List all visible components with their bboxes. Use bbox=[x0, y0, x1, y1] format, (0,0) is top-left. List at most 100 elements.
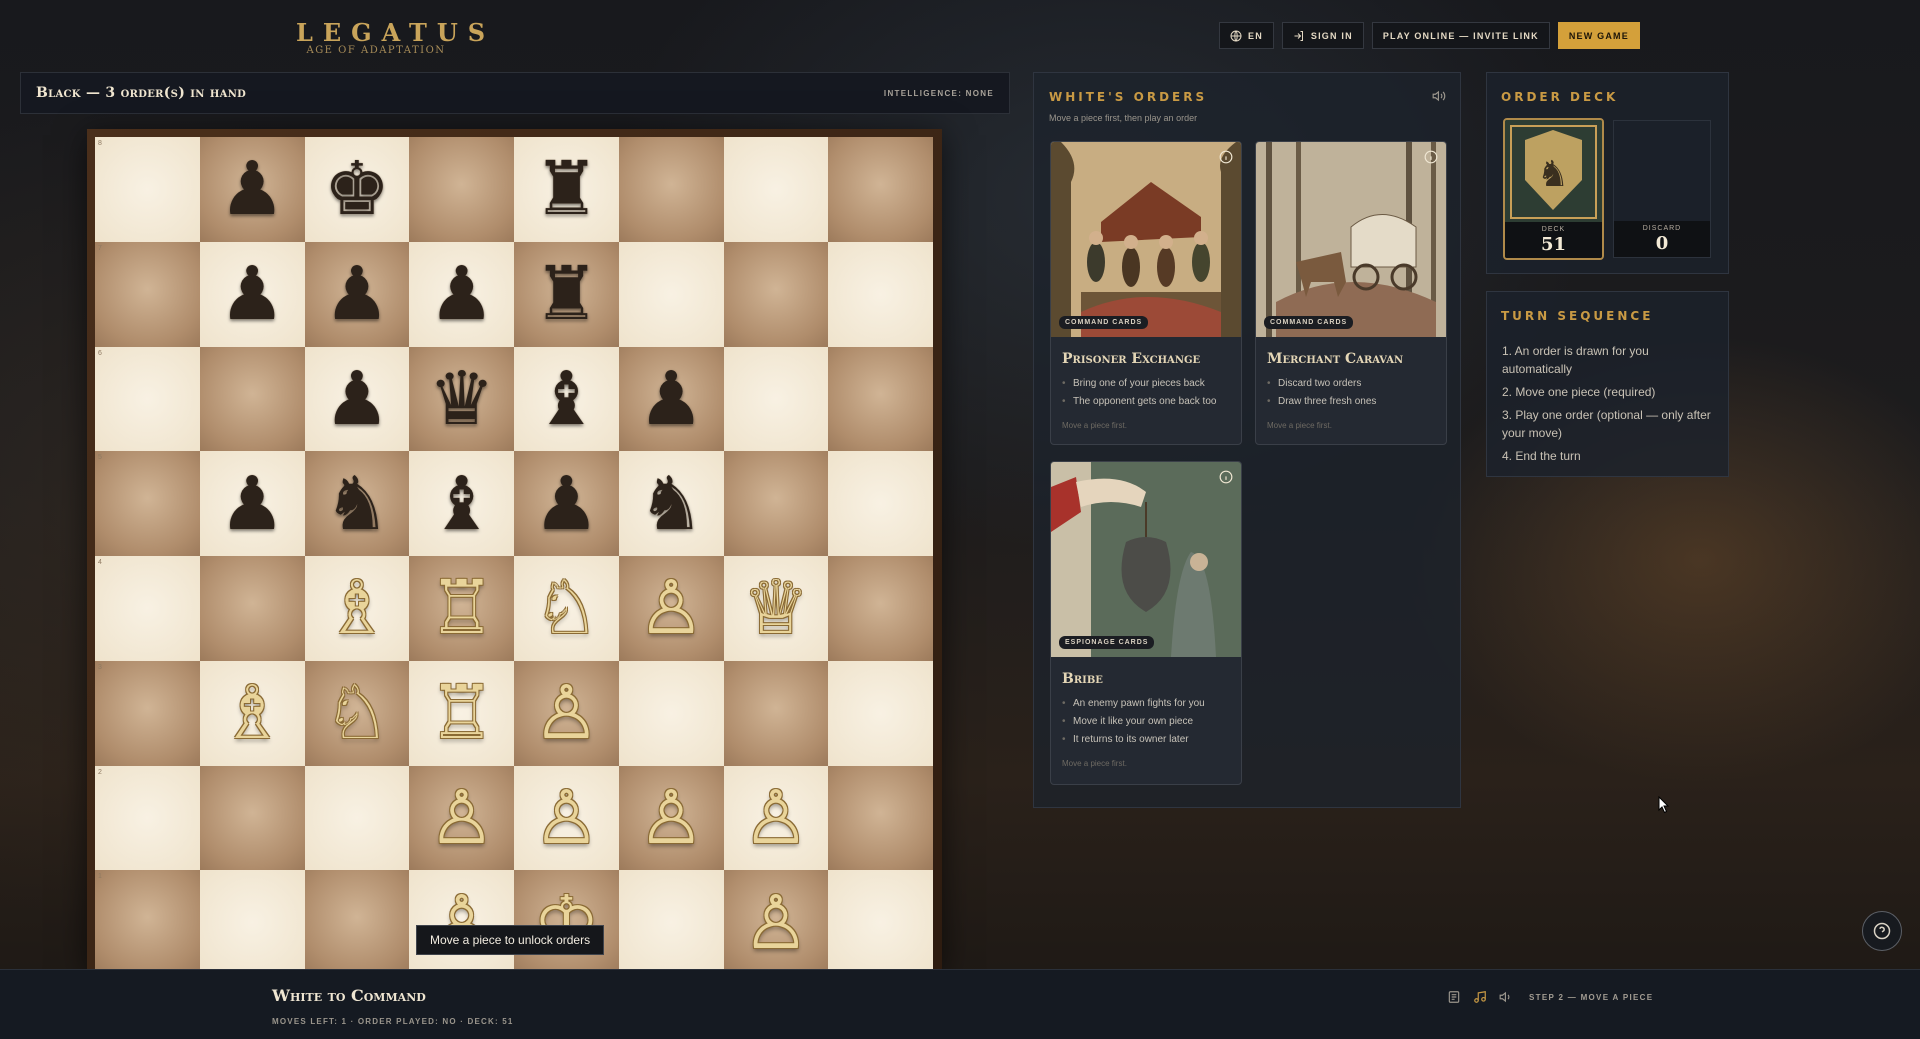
board-square[interactable] bbox=[723, 346, 829, 452]
black-piece[interactable]: ♞ bbox=[324, 467, 390, 541]
board-square[interactable] bbox=[618, 241, 724, 347]
black-piece[interactable]: ♜ bbox=[533, 152, 599, 226]
log-icon[interactable] bbox=[1447, 990, 1461, 1004]
board-square[interactable]: 4 bbox=[95, 556, 200, 661]
black-piece[interactable]: ♟ bbox=[428, 257, 494, 331]
black-piece[interactable]: ♟ bbox=[533, 467, 599, 541]
info-icon[interactable] bbox=[1219, 150, 1233, 164]
speaker-icon[interactable] bbox=[1432, 89, 1446, 103]
board-square[interactable] bbox=[199, 346, 305, 452]
board-square[interactable]: 1 bbox=[95, 870, 200, 975]
board-square[interactable]: ♛ bbox=[409, 346, 514, 452]
board-square[interactable] bbox=[618, 137, 724, 242]
black-piece[interactable]: ♛ bbox=[428, 362, 494, 436]
info-icon[interactable] bbox=[1219, 470, 1233, 484]
deck-pile[interactable]: ♞ DECK 51 bbox=[1503, 118, 1604, 260]
board-square[interactable]: ♘ bbox=[304, 660, 410, 766]
info-icon[interactable] bbox=[1424, 150, 1438, 164]
music-icon[interactable] bbox=[1473, 990, 1487, 1004]
sign-in-button[interactable]: SIGN IN bbox=[1281, 22, 1364, 49]
board-square[interactable] bbox=[828, 346, 933, 452]
order-card-prisoner-exchange[interactable]: COMMAND CARDS Prisoner Exchange Bring on… bbox=[1050, 141, 1242, 445]
board-square[interactable]: ♞ bbox=[618, 451, 724, 556]
board-square[interactable]: ♘ bbox=[514, 556, 619, 661]
board-square[interactable]: ♟ bbox=[304, 241, 410, 347]
board-square[interactable] bbox=[723, 241, 829, 347]
board-square[interactable]: ♞ bbox=[304, 451, 410, 556]
white-piece[interactable]: ♖ bbox=[428, 676, 494, 750]
white-piece[interactable]: ♙ bbox=[428, 781, 494, 855]
board-square[interactable] bbox=[409, 137, 514, 242]
board-square[interactable]: ♔ bbox=[514, 870, 619, 975]
white-piece[interactable]: ♙ bbox=[638, 571, 704, 645]
black-piece[interactable]: ♟ bbox=[324, 362, 390, 436]
black-piece[interactable]: ♟ bbox=[219, 467, 285, 541]
white-piece[interactable]: ♗ bbox=[324, 571, 390, 645]
black-piece[interactable]: ♟ bbox=[324, 257, 390, 331]
white-piece[interactable]: ♙ bbox=[743, 781, 809, 855]
board-square[interactable] bbox=[723, 660, 829, 766]
white-piece[interactable]: ♖ bbox=[428, 571, 494, 645]
order-card-merchant-caravan[interactable]: COMMAND CARDS Merchant Caravan Discard t… bbox=[1255, 141, 1447, 445]
white-piece[interactable]: ♙ bbox=[638, 781, 704, 855]
black-piece[interactable]: ♚ bbox=[324, 152, 390, 226]
white-piece[interactable]: ♙ bbox=[533, 676, 599, 750]
board-square[interactable]: ♙ bbox=[514, 765, 619, 871]
board-square[interactable]: ♙ bbox=[409, 765, 514, 871]
language-button[interactable]: EN bbox=[1219, 22, 1274, 49]
board-square[interactable]: ♙ bbox=[618, 765, 724, 871]
board-square[interactable]: ♝ bbox=[409, 451, 514, 556]
black-piece[interactable]: ♝ bbox=[428, 467, 494, 541]
board-square[interactable] bbox=[618, 660, 724, 766]
board-square[interactable]: ♟ bbox=[304, 346, 410, 452]
board-square[interactable]: 5 bbox=[95, 451, 200, 556]
board-square[interactable]: ♟ bbox=[618, 346, 724, 452]
black-piece[interactable]: ♟ bbox=[219, 257, 285, 331]
board-square[interactable]: ♙ bbox=[723, 765, 829, 871]
board-square[interactable] bbox=[199, 556, 305, 661]
black-piece[interactable]: ♟ bbox=[638, 362, 704, 436]
black-piece[interactable]: ♜ bbox=[533, 257, 599, 331]
board-square[interactable]: ♜ bbox=[514, 241, 619, 347]
white-piece[interactable]: ♗ bbox=[219, 676, 285, 750]
board-square[interactable]: ♝ bbox=[514, 346, 619, 452]
board-square[interactable]: ♟ bbox=[199, 241, 305, 347]
board-square[interactable] bbox=[828, 137, 933, 242]
board-square[interactable] bbox=[828, 556, 933, 661]
black-piece[interactable]: ♞ bbox=[638, 467, 704, 541]
discard-pile[interactable]: DISCARD 0 bbox=[1613, 120, 1711, 258]
board-square[interactable]: ♕ bbox=[723, 556, 829, 661]
order-card-bribe[interactable]: ESPIONAGE CARDS Bribe An enemy pawn figh… bbox=[1050, 461, 1242, 785]
board-square[interactable]: 7 bbox=[95, 241, 200, 347]
board-square[interactable] bbox=[828, 241, 933, 347]
black-piece[interactable]: ♝ bbox=[533, 362, 599, 436]
board-square[interactable]: 6 bbox=[95, 346, 200, 452]
board-square[interactable]: ♙ bbox=[618, 556, 724, 661]
board-square[interactable]: ♖ bbox=[409, 660, 514, 766]
board-square[interactable]: ♟ bbox=[199, 451, 305, 556]
new-game-button[interactable]: NEW GAME bbox=[1557, 22, 1640, 49]
board-square[interactable]: ♜ bbox=[514, 137, 619, 242]
board-square[interactable]: 2 bbox=[95, 765, 200, 871]
board-square[interactable]: 8 bbox=[95, 137, 200, 242]
board-square[interactable]: ♗ bbox=[304, 556, 410, 661]
play-online-button[interactable]: PLAY ONLINE — INVITE LINK bbox=[1371, 22, 1550, 49]
board-square[interactable]: ♙ bbox=[723, 870, 829, 975]
board-square[interactable]: ♟ bbox=[199, 137, 305, 242]
board-square[interactable]: ♙ bbox=[409, 870, 514, 975]
board-square[interactable] bbox=[723, 451, 829, 556]
board-square[interactable] bbox=[618, 870, 724, 975]
volume-icon[interactable] bbox=[1499, 990, 1513, 1004]
board-square[interactable]: 3 bbox=[95, 660, 200, 766]
board-square[interactable]: ♖ bbox=[409, 556, 514, 661]
board-square[interactable] bbox=[199, 765, 305, 871]
board-square[interactable] bbox=[723, 137, 829, 242]
white-piece[interactable]: ♘ bbox=[324, 676, 390, 750]
board-square[interactable]: ♗ bbox=[199, 660, 305, 766]
help-button[interactable] bbox=[1862, 911, 1902, 951]
board-square[interactable]: ♙ bbox=[514, 660, 619, 766]
white-piece[interactable]: ♙ bbox=[533, 781, 599, 855]
board-square[interactable]: ♟ bbox=[409, 241, 514, 347]
board-square[interactable] bbox=[304, 870, 410, 975]
board-square[interactable] bbox=[828, 870, 933, 975]
